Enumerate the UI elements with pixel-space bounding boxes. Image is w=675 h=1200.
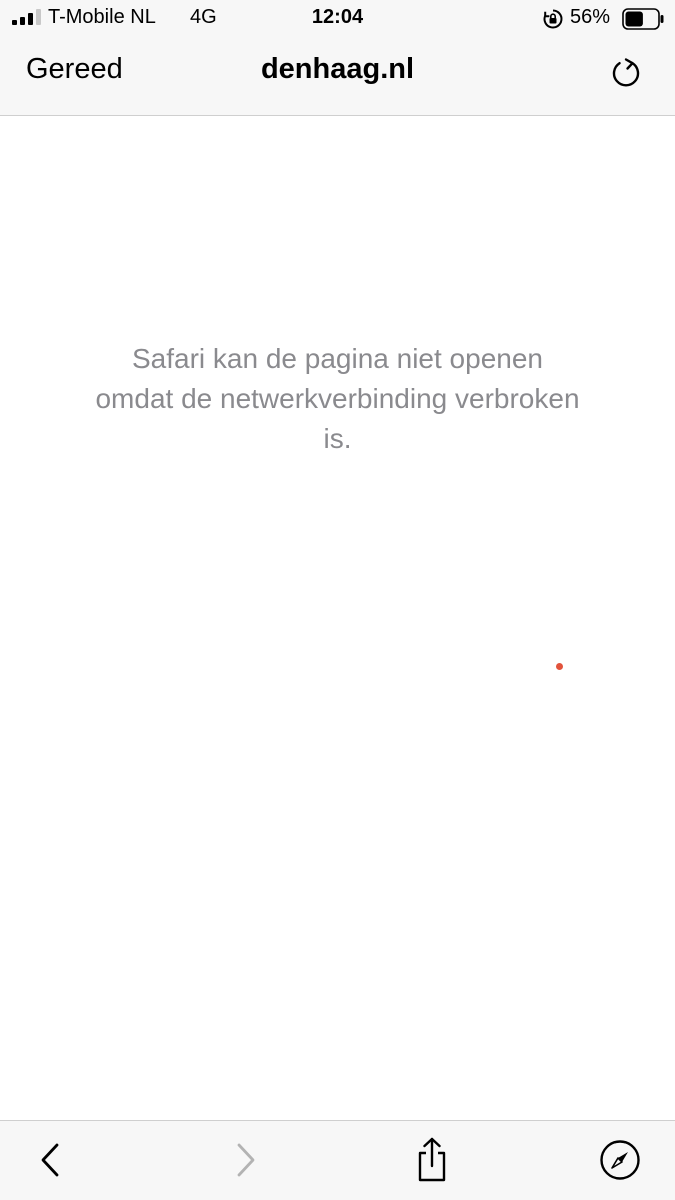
reload-button[interactable] [606,53,646,93]
chevron-left-icon [41,1143,59,1177]
screen: T-Mobile NL 4G 12:04 56% Gereed denhaag.… [0,0,675,1200]
share-button[interactable] [410,1137,454,1183]
web-content: Safari kan de pagina niet openen omdat d… [0,117,675,1120]
share-icon [418,1137,446,1182]
compass-icon [600,1140,640,1180]
rotation-lock-icon [543,9,563,29]
battery-percent: 56% [570,6,611,28]
error-message: Safari kan de pagina niet openen omdat d… [95,343,580,454]
forward-button[interactable] [222,1137,266,1183]
status-bar: T-Mobile NL 4G 12:04 56% [0,0,675,38]
chevron-right-icon [237,1143,255,1177]
back-button[interactable] [30,1137,74,1183]
nav-bar: Gereed denhaag.nl [0,38,675,116]
top-bar: T-Mobile NL 4G 12:04 56% Gereed denhaag.… [0,0,675,116]
battery-icon [622,8,664,30]
open-in-safari-button[interactable] [598,1137,642,1183]
bottom-toolbar [0,1120,675,1200]
reload-icon [612,58,640,87]
red-dot [556,663,563,670]
done-button[interactable]: Gereed [26,53,123,86]
